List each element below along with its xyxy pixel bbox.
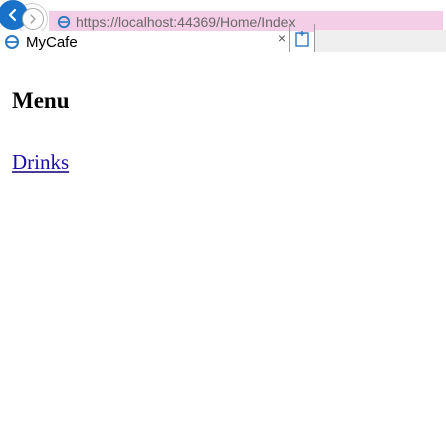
tab-separator [289, 24, 290, 52]
tab-title: MyCafe [26, 33, 78, 51]
tab-mycafe[interactable]: MyCafe [0, 31, 298, 53]
new-tab-button[interactable] [293, 28, 311, 50]
back-arrow-icon [8, 8, 17, 22]
tab-strip [315, 30, 446, 52]
edge-logo-icon [4, 34, 20, 50]
page-content: Menu Drinks [12, 88, 70, 175]
forward-button[interactable] [22, 8, 44, 30]
address-url: https://localhost:44369/Home/Index [76, 13, 296, 30]
tab-close-button[interactable]: × [275, 28, 289, 48]
drinks-link[interactable]: Drinks [12, 150, 70, 175]
edge-logo-icon [56, 14, 72, 30]
browser-toolbar: https://localhost:44369/Home/Index MyCaf… [0, 0, 446, 53]
forward-arrow-icon [30, 14, 36, 24]
new-tab-icon [295, 31, 309, 47]
page-title: Menu [12, 88, 70, 113]
